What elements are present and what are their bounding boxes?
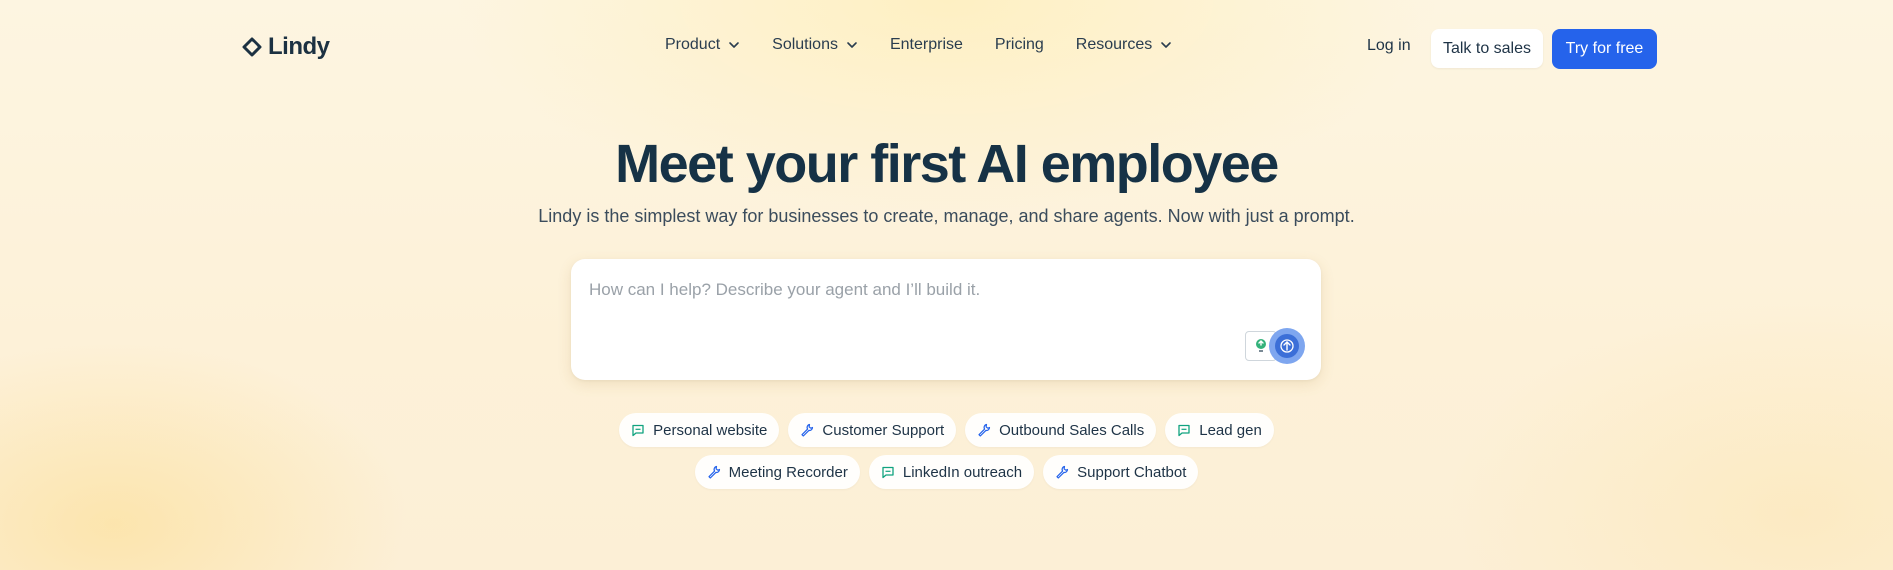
chip-label: Personal website	[653, 421, 768, 439]
nav-item-label: Solutions	[772, 36, 838, 53]
prompt-box	[571, 259, 1321, 380]
nav-item-label: Resources	[1075, 36, 1153, 53]
suggestion-chip-lead-gen[interactable]: Lead gen	[1165, 413, 1274, 447]
nav-item-enterprise[interactable]: Enterprise	[890, 36, 963, 54]
hero-subtitle: Lindy is the simplest way for businesses…	[538, 206, 1355, 226]
nav-item-label: Pricing	[994, 36, 1044, 53]
nav-links: Product Solutions Enterprise Pricing Res…	[665, 36, 1172, 54]
suggestions-row-2: Meeting Recorder LinkedIn outreach Suppo…	[0, 455, 1893, 489]
chevron-down-icon	[847, 42, 857, 48]
try-for-free-button[interactable]: Try for free	[1552, 29, 1657, 69]
chip-label: Lead gen	[1199, 421, 1262, 439]
suggestion-chip-linkedin-outreach[interactable]: LinkedIn outreach	[868, 455, 1035, 489]
chip-label: Support Chatbot	[1077, 463, 1187, 481]
prompt-input[interactable]	[587, 277, 1291, 303]
nav-item-product[interactable]: Product	[665, 36, 740, 54]
nav-item-label: Product	[665, 36, 721, 53]
arrow-up-icon	[1275, 334, 1299, 358]
nav-item-solutions[interactable]: Solutions	[772, 36, 858, 54]
suggestion-chip-outbound-sales-calls[interactable]: Outbound Sales Calls	[965, 413, 1157, 447]
chip-label: Customer Support	[822, 421, 945, 439]
chip-label: LinkedIn outreach	[902, 463, 1023, 481]
chevron-down-icon	[729, 42, 739, 48]
submit-button[interactable]	[1269, 328, 1305, 364]
nav-item-label: Enterprise	[889, 36, 963, 53]
suggestions-row-1: Personal website Customer Support Outbou…	[0, 413, 1893, 447]
suggestion-chip-support-chatbot[interactable]: Support Chatbot	[1043, 455, 1199, 489]
nav-item-resources[interactable]: Resources	[1076, 36, 1172, 54]
chat-bubble-icon	[882, 466, 894, 479]
chip-label: Meeting Recorder	[728, 463, 848, 481]
wrench-icon	[978, 423, 991, 437]
suggestion-chip-personal-website[interactable]: Personal website	[619, 413, 780, 447]
chat-bubble-icon	[632, 424, 644, 437]
login-link[interactable]: Log in	[1367, 37, 1411, 55]
chip-label: Outbound Sales Calls	[999, 421, 1145, 439]
suggestion-chip-meeting-recorder[interactable]: Meeting Recorder	[694, 455, 860, 489]
wrench-icon	[708, 465, 720, 479]
talk-to-sales-button[interactable]: Talk to sales	[1431, 29, 1543, 68]
nav-item-pricing[interactable]: Pricing	[995, 36, 1044, 54]
top-nav: Lindy Product Solutions Enterprise Prici…	[0, 0, 1893, 98]
brand-name: Lindy	[268, 33, 330, 60]
logo[interactable]: Lindy	[242, 33, 330, 61]
lightbulb-icon	[1256, 339, 1266, 352]
wrench-icon	[1056, 465, 1069, 479]
diamond-logo-icon	[242, 37, 262, 57]
chat-bubble-icon	[1178, 424, 1190, 437]
wrench-icon	[801, 423, 814, 437]
chevron-down-icon	[1161, 42, 1172, 48]
hero-title: Meet your first AI employee	[615, 134, 1279, 194]
suggestion-chip-customer-support[interactable]: Customer Support	[788, 413, 957, 447]
